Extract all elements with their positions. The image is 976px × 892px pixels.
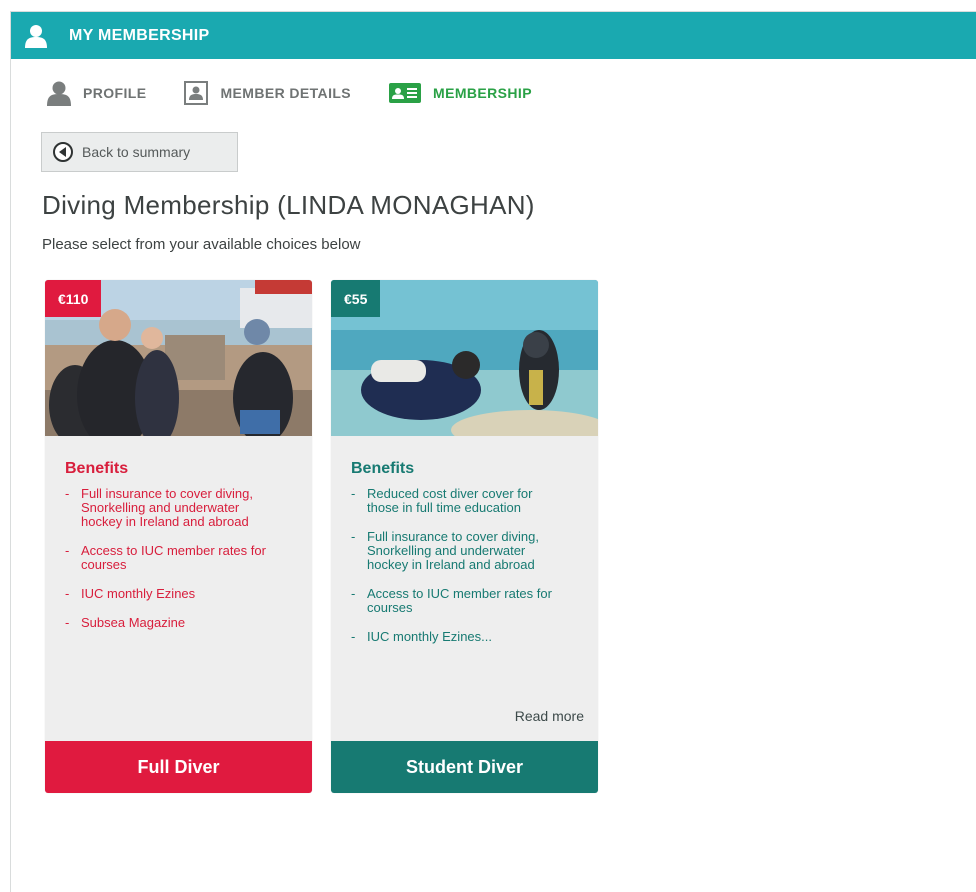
tab-label: MEMBERSHIP	[433, 85, 532, 101]
benefits-title: Benefits	[351, 460, 415, 477]
list-item: IUC monthly Ezines	[63, 587, 278, 602]
price-badge: €110	[45, 280, 102, 317]
benefits-list: Reduced cost diver cover for those in fu…	[349, 487, 564, 659]
tab-label: PROFILE	[83, 85, 147, 101]
list-item: Access to IUC member rates for courses	[349, 587, 564, 615]
student-diver-button[interactable]: Student Diver	[331, 741, 598, 793]
full-diver-button[interactable]: Full Diver	[45, 741, 312, 793]
user-icon	[25, 24, 47, 48]
membership-card-icon	[389, 83, 422, 103]
tab-profile[interactable]: PROFILE	[47, 80, 146, 106]
membership-card-full-diver: €110 Benefits Full insurance to cover di…	[45, 280, 312, 793]
tab-label: MEMBER DETAILS	[220, 85, 352, 101]
list-item: Subsea Magazine	[63, 616, 278, 631]
tab-bar: PROFILE MEMBER DETAILS MEMBERSHIP	[47, 80, 532, 106]
back-button-label: Back to summary	[82, 144, 191, 160]
panel-header: MY MEMBERSHIP	[11, 12, 976, 59]
back-arrow-icon	[53, 142, 73, 162]
tab-member-details[interactable]: MEMBER DETAILS	[184, 81, 351, 105]
read-more-link[interactable]: Read more	[515, 708, 584, 724]
list-item: Access to IUC member rates for courses	[63, 544, 278, 572]
id-card-icon	[184, 81, 209, 105]
price-badge: €55	[331, 280, 381, 317]
page-title: Diving Membership (LINDA MONAGHAN)	[42, 190, 535, 220]
benefits-list: Full insurance to cover diving, Snorkell…	[63, 487, 278, 645]
list-item: Full insurance to cover diving, Snorkell…	[349, 530, 564, 572]
list-item: IUC monthly Ezines...	[349, 630, 564, 645]
user-icon	[47, 80, 71, 106]
benefits-title: Benefits	[65, 460, 129, 477]
membership-card-student-diver: €55 Benefits Reduced cost diver cover fo…	[331, 280, 598, 793]
back-to-summary-button[interactable]: Back to summary	[41, 132, 238, 172]
panel-title: MY MEMBERSHIP	[69, 26, 210, 44]
list-item: Full insurance to cover diving, Snorkell…	[63, 487, 278, 529]
list-item: Reduced cost diver cover for those in fu…	[349, 487, 564, 515]
tab-membership[interactable]: MEMBERSHIP	[389, 83, 532, 103]
page-subtitle: Please select from your available choice…	[42, 236, 361, 253]
